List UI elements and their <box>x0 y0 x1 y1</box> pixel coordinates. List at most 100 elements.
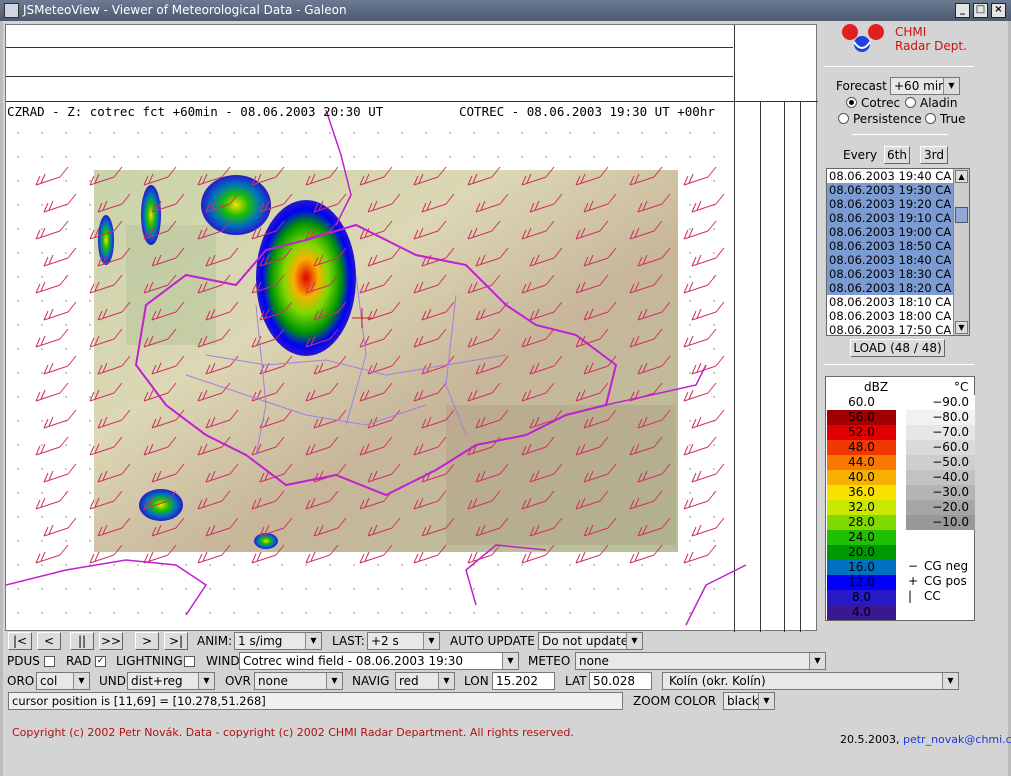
nav-button-3[interactable]: >> <box>99 632 123 650</box>
radio-cotrec[interactable] <box>846 97 857 108</box>
lat-label: LAT <box>565 674 587 688</box>
chmi-logo-icon <box>842 24 884 52</box>
temp-legend-item: −80.0 <box>906 410 975 425</box>
oro-select[interactable]: col ▼ <box>36 672 90 690</box>
dbz-legend-item: 56.0 <box>827 410 896 425</box>
time-list-item[interactable]: 08.06.2003 18:50 CA <box>827 239 969 253</box>
lightning-label: LIGHTNING <box>116 654 183 668</box>
radio-persistence-label: Persistence <box>853 112 922 126</box>
chevron-down-icon: ▼ <box>326 673 342 689</box>
last-select[interactable]: +2 s ▼ <box>367 632 440 650</box>
time-list-item[interactable]: 08.06.2003 19:10 CA <box>827 211 969 225</box>
temp-legend-item: −70.0 <box>906 425 975 440</box>
time-list-item[interactable]: 08.06.2003 19:20 CA <box>827 197 969 211</box>
chevron-down-icon: ▼ <box>942 673 958 689</box>
every-6th-button[interactable]: 6th <box>884 146 910 164</box>
nav-button-5[interactable]: >| <box>164 632 188 650</box>
time-list-item[interactable]: 08.06.2003 19:30 CA <box>827 183 969 197</box>
email-link[interactable]: petr_novak@chmi.cz <box>903 733 1011 746</box>
zoom-color-select[interactable]: black ▼ <box>723 692 775 710</box>
chevron-down-icon: ▼ <box>502 653 518 669</box>
window-title: JSMeteoView - Viewer of Meteorological D… <box>23 3 347 17</box>
time-list-item[interactable]: 08.06.2003 18:20 CA <box>827 281 969 295</box>
temp-legend-item: −90.0 <box>906 395 975 410</box>
wind-select[interactable]: Cotrec wind field - 08.06.2003 19:30 ▼ <box>239 652 519 670</box>
minimize-button[interactable]: _ <box>955 3 970 18</box>
radio-aladin[interactable] <box>905 97 916 108</box>
separator <box>824 364 974 365</box>
nav-button-1[interactable]: < <box>37 632 61 650</box>
cursor-position-field: cursor position is [11,69] = [10.278,51.… <box>8 692 623 710</box>
title-bar: JSMeteoView - Viewer of Meteorological D… <box>0 0 1011 21</box>
every-label: Every <box>843 148 878 162</box>
map-title-left: CZRAD - Z: cotrec fct +60min - 08.06.200… <box>7 104 384 119</box>
chevron-down-icon: ▼ <box>423 633 439 649</box>
time-list-item[interactable]: 08.06.2003 19:00 CA <box>827 225 969 239</box>
anim-label: ANIM: <box>197 634 233 648</box>
und-select[interactable]: dist+reg ▼ <box>127 672 215 690</box>
load-button[interactable]: LOAD (48 / 48) <box>850 339 945 357</box>
last-label: LAST: <box>332 634 365 648</box>
chevron-down-icon: ▼ <box>943 78 959 94</box>
rad-checkbox[interactable]: ✓ <box>95 656 106 667</box>
navig-select[interactable]: red ▼ <box>395 672 455 690</box>
auto-update-select[interactable]: Do not update ▼ <box>538 632 643 650</box>
dbz-legend-item: 4.0 <box>827 605 896 620</box>
oro-label: ORO <box>7 674 35 688</box>
time-list[interactable]: 08.06.2003 19:40 CA 08.06.2003 19:30 CA 08… <box>826 168 970 336</box>
lightning-legend-item: − CG neg <box>908 559 969 573</box>
forecast-select[interactable]: +60 min ▼ <box>890 77 960 95</box>
dbz-legend-item: 24.0 <box>827 530 896 545</box>
scroll-up-icon[interactable]: ▲ <box>955 170 968 183</box>
app-icon[interactable] <box>4 3 19 18</box>
anim-select[interactable]: 1 s/img ▼ <box>234 632 322 650</box>
time-list-item[interactable]: 08.06.2003 17:50 CA <box>827 323 969 335</box>
lon-field[interactable]: 15.202 <box>492 672 555 690</box>
rad-label: RAD <box>66 654 92 668</box>
time-list-item[interactable]: 08.06.2003 18:40 CA <box>827 253 969 267</box>
lightning-legend-item: | CC <box>908 589 941 603</box>
meteo-label: METEO <box>528 654 571 668</box>
nav-button-4[interactable]: > <box>135 632 159 650</box>
scroll-thumb[interactable] <box>955 207 968 223</box>
pdus-checkbox[interactable] <box>44 656 55 667</box>
nav-button-2[interactable]: || <box>70 632 94 650</box>
chmi-logo-text: CHMI Radar Dept. <box>895 25 967 53</box>
pdus-label: PDUS <box>7 654 40 668</box>
map-title-right: COTREC - 08.06.2003 19:30 UT +00hr <box>459 104 715 119</box>
navig-label: NAVIG <box>352 674 390 688</box>
ovr-select[interactable]: none ▼ <box>254 672 343 690</box>
close-button[interactable]: × <box>991 3 1006 18</box>
dbz-legend-item: 20.0 <box>827 545 896 560</box>
lightning-legend-item: + CG pos <box>908 574 967 588</box>
lat-field[interactable]: 50.028 <box>589 672 652 690</box>
radio-persistence[interactable] <box>838 113 849 124</box>
separator <box>852 134 948 135</box>
meteo-select[interactable]: none ▼ <box>575 652 826 670</box>
dbz-title: dBZ <box>864 380 889 394</box>
every-3rd-button[interactable]: 3rd <box>920 146 948 164</box>
auto-update-label: AUTO UPDATE <box>450 634 535 648</box>
time-list-item[interactable]: 08.06.2003 18:30 CA <box>827 267 969 281</box>
dbz-legend-item: 44.0 <box>827 455 896 470</box>
separator <box>824 66 974 67</box>
temp-legend-item: −10.0 <box>906 515 975 530</box>
chevron-down-icon: ▼ <box>758 693 774 709</box>
list-scrollbar[interactable]: ▲ ▼ <box>953 169 969 335</box>
dbz-legend-item: 8.0 <box>827 590 896 605</box>
radio-aladin-label: Aladin <box>920 96 958 110</box>
time-list-item[interactable]: 08.06.2003 18:00 CA <box>827 309 969 323</box>
dbz-legend-item: 12.0 <box>827 575 896 590</box>
radar-map[interactable]: CZRAD - Z: cotrec fct +60min - 08.06.200… <box>5 24 818 632</box>
place-select[interactable]: Kolín (okr. Kolín) ▼ <box>662 672 959 690</box>
nav-button-0[interactable]: |< <box>8 632 32 650</box>
chevron-down-icon: ▼ <box>305 633 321 649</box>
radio-true[interactable] <box>925 113 936 124</box>
dbz-legend-item: 60.0 <box>827 395 896 410</box>
maximize-button[interactable]: □ <box>973 3 988 18</box>
scroll-down-icon[interactable]: ▼ <box>955 321 968 334</box>
time-list-item[interactable]: 08.06.2003 18:10 CA <box>827 295 969 309</box>
chevron-down-icon: ▼ <box>438 673 454 689</box>
lightning-checkbox[interactable] <box>184 656 195 667</box>
time-list-item[interactable]: 08.06.2003 19:40 CA <box>827 169 969 183</box>
